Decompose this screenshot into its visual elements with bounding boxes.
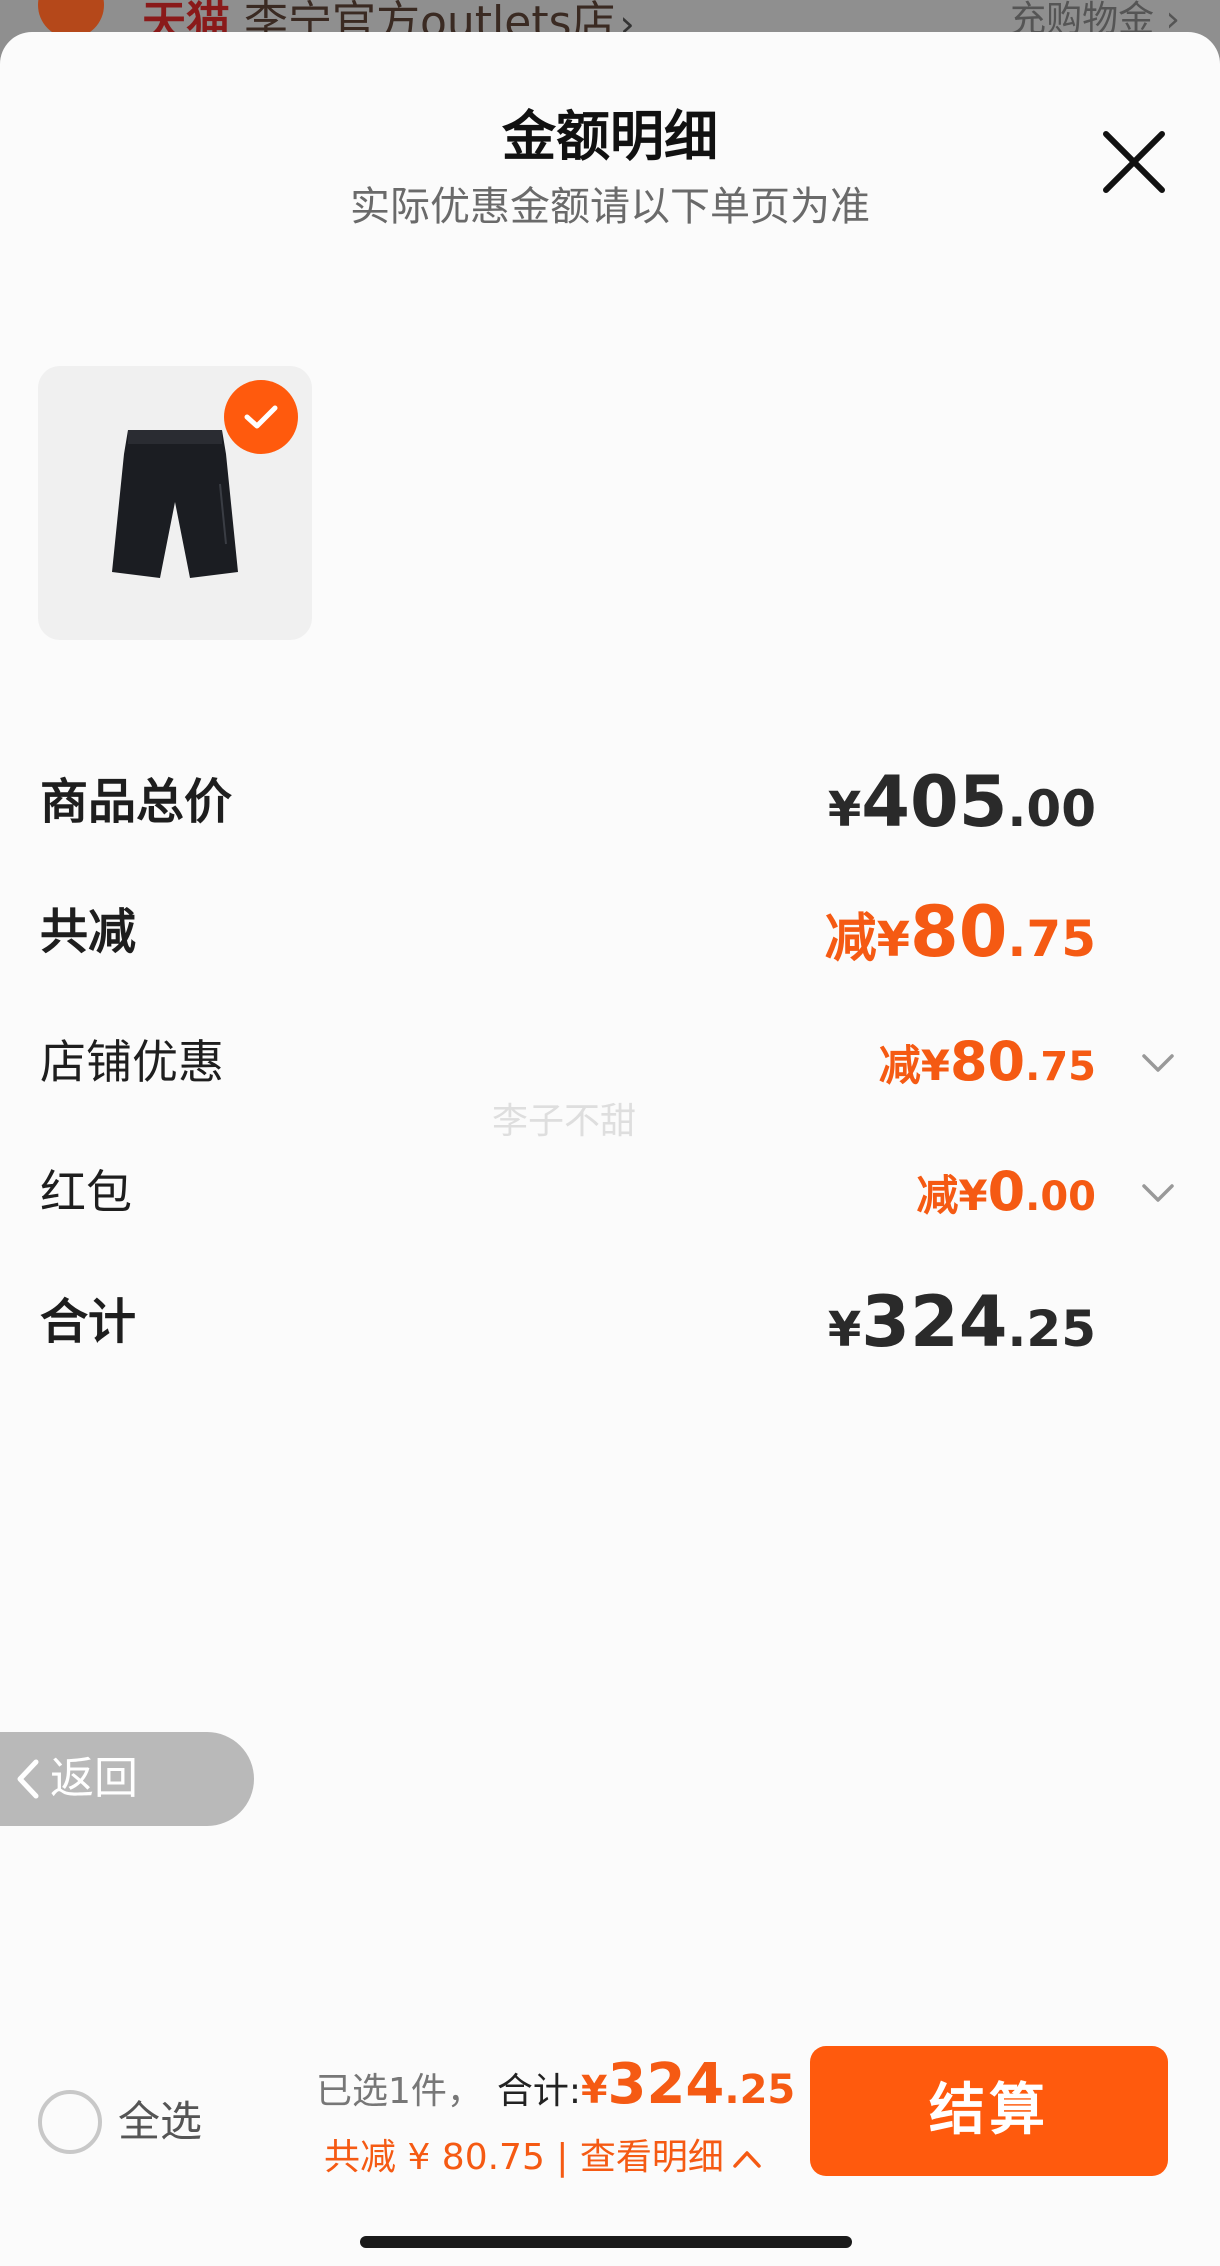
back-button[interactable]: 返回 [0,1732,254,1826]
store-discount-row[interactable]: 店铺优惠 减¥80.75 [40,1022,1180,1102]
currency-symbol: ¥ [827,1302,862,1358]
back-label: 返回 [50,1753,138,1804]
select-all-label[interactable]: 全选 [118,2090,202,2154]
discount-prefix: 减 [878,1041,921,1090]
chevron-up-icon [733,2151,761,2168]
goods-total-label: 商品总价 [40,774,233,830]
watermark: 李子不甜 [492,1101,637,1142]
checkmark-icon[interactable] [224,380,298,454]
amount-int: 0 [987,1160,1026,1223]
goods-total-amount: ¥405.00 [828,762,1096,861]
grand-total-row: 合计 ¥324.25 [40,1282,1180,1362]
discount-prefix: 减 [916,1171,959,1220]
chevron-down-icon[interactable] [1140,1048,1176,1076]
chevron-left-icon [17,1759,39,1799]
grand-total-amount: ¥324.25 [828,1282,1096,1381]
summary-total: 已选1件， 合计:¥324.25 [316,2050,795,2133]
red-packet-row[interactable]: 红包 减¥0.00 [40,1152,1180,1232]
summary-total-dec: .25 [724,2067,796,2113]
amount-int: 405 [861,761,1008,843]
product-thumbnail[interactable] [38,366,312,640]
sheet-title: 金额明细 [502,105,718,168]
total-discount-row: 共减 减¥80.75 [40,892,1180,972]
discount-prefix: 减 [824,909,877,969]
checkout-button[interactable]: 结算 [810,2046,1168,2176]
currency-symbol: ¥ [581,2068,608,2112]
summary-total-int: 324 [607,2052,725,2117]
amount-detail-sheet: 金额明细 实际优惠金额请以下单页为准 商品总价 ¥405.00 共减 减¥80.… [0,32,1220,2266]
currency-symbol: ¥ [827,782,862,838]
currency-symbol: ¥ [920,1041,950,1090]
sheet-subtitle: 实际优惠金额请以下单页为准 [350,184,870,230]
amount-int: 324 [861,1281,1008,1363]
home-indicator [360,2236,852,2248]
amount-int: 80 [910,891,1008,973]
summary-total-label: 合计: [496,2071,582,2112]
store-discount-amount: 减¥80.75 [879,1022,1096,1115]
currency-symbol: ¥ [958,1171,988,1220]
amount-dec: .75 [1025,1044,1096,1090]
savings-text: 共减 ¥ 80.75 | 查看明细 [324,2137,724,2178]
shorts-image [112,430,238,578]
selected-count: 已选1件， [316,2071,483,2112]
currency-symbol: ¥ [876,912,910,968]
view-details-link[interactable]: 共减 ¥ 80.75 | 查看明细 [324,2128,762,2180]
amount-dec: .00 [1007,780,1096,838]
total-discount-label: 共减 [40,904,137,960]
chevron-down-icon[interactable] [1140,1178,1176,1206]
close-icon[interactable] [1100,128,1168,196]
select-all-radio[interactable] [38,2090,102,2154]
amount-dec: .75 [1007,910,1096,968]
total-discount-amount: 减¥80.75 [825,892,1096,991]
goods-total-row: 商品总价 ¥405.00 [40,762,1180,842]
grand-total-label: 合计 [40,1294,137,1350]
amount-dec: .25 [1007,1300,1096,1358]
red-packet-label: 红包 [40,1165,132,1219]
amount-int: 80 [949,1030,1026,1093]
red-packet-amount: 减¥0.00 [916,1152,1096,1245]
store-discount-label: 店铺优惠 [40,1035,224,1089]
amount-dec: .00 [1025,1174,1096,1220]
